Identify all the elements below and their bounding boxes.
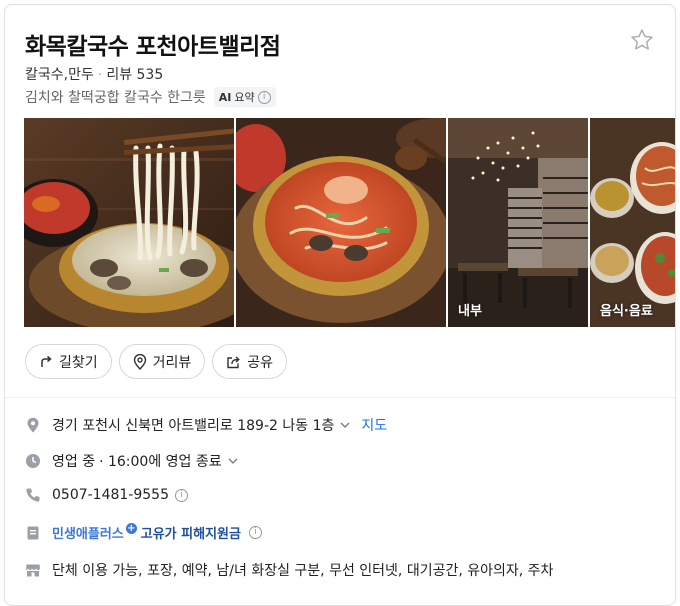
info-icon: i	[257, 90, 271, 104]
photo-4[interactable]: 음식·음료	[590, 118, 675, 327]
star-icon[interactable]	[629, 27, 655, 53]
promo-row: 민생애플러스 + 고유가 피해지원금 i	[25, 523, 262, 542]
noodle-soup-image	[24, 118, 234, 327]
hours-status: 영업 중	[52, 454, 96, 470]
chevron-down-icon[interactable]	[227, 455, 239, 467]
street-view-label: 거리뷰	[152, 354, 192, 371]
action-buttons: 길찾기 거리뷰 공유	[25, 344, 288, 379]
photo-3[interactable]: 내부	[448, 118, 588, 327]
facilities-row: 단체 이용 가능, 포장, 예약, 남/녀 화장실 구분, 무선 인터넷, 대기…	[25, 560, 553, 580]
info-icon[interactable]: i	[175, 488, 188, 502]
place-meta: 칼국수,만두 · 리뷰 535	[25, 64, 163, 84]
food-drink-image	[590, 118, 675, 327]
photo-label: 음식·음료	[600, 304, 653, 319]
spicy-noodle-soup-image	[236, 118, 446, 327]
hours-detail: · 16:00에 영업 종료	[99, 454, 222, 470]
location-pin-icon	[27, 417, 39, 433]
store-icon	[26, 564, 40, 577]
ai-summary-badge[interactable]: AI 요약 i	[213, 87, 276, 107]
share-button[interactable]: 공유	[212, 344, 288, 379]
photo-1[interactable]	[24, 118, 234, 327]
ai-label: AI	[218, 90, 232, 104]
promo-text[interactable]: 고유가 피해지원금	[141, 523, 241, 542]
phone-row: 0507-1481-9555 i	[25, 487, 188, 503]
place-card: 화목칼국수 포천아트밸리점 칼국수,만두 · 리뷰 535 김치와 찰떡궁합 칼국수…	[4, 4, 676, 606]
meta-separator: ·	[97, 67, 103, 83]
photo-label: 내부	[458, 304, 482, 319]
plus-badge: +	[125, 523, 137, 534]
share-label: 공유	[247, 354, 274, 371]
category-text: 칼국수,만두	[25, 67, 94, 83]
hours-row: 영업 중 · 16:00에 영업 종료	[25, 451, 239, 471]
summary-text: 김치와 찰떡궁합 칼국수 한그릇	[25, 90, 206, 106]
facilities-text: 단체 이용 가능, 포장, 예약, 남/녀 화장실 구분, 무선 인터넷, 대기…	[52, 563, 554, 579]
clock-icon	[26, 454, 40, 468]
location-pin-icon	[133, 353, 146, 370]
promo-brand[interactable]: 민생애플러스	[52, 523, 124, 542]
interior-image	[448, 118, 588, 327]
ai-badge-label: 요약	[234, 91, 255, 104]
place-title: 화목칼국수 포천아트밸리점	[25, 34, 281, 60]
ai-summary: 김치와 찰떡궁합 칼국수 한그릇 AI 요약 i	[25, 87, 276, 107]
info-icon[interactable]: i	[248, 526, 262, 539]
photo-2[interactable]	[236, 118, 446, 327]
phone-icon	[26, 488, 40, 502]
address-row: 경기 포천시 신북면 아트밸리로 189-2 나동 1층 지도	[25, 415, 387, 435]
directions-label: 길찾기	[59, 354, 98, 371]
street-view-button[interactable]: 거리뷰	[118, 344, 206, 379]
address-text: 경기 포천시 신북면 아트밸리로 189-2 나동 1층	[52, 418, 335, 434]
divider	[5, 397, 675, 398]
phone-number[interactable]: 0507-1481-9555	[52, 487, 169, 503]
document-icon	[27, 526, 39, 539]
review-count-link[interactable]: 리뷰 535	[106, 67, 163, 83]
share-icon	[227, 355, 241, 368]
chevron-down-icon[interactable]	[339, 419, 351, 431]
map-link[interactable]: 지도	[361, 415, 387, 435]
directions-icon	[41, 355, 52, 367]
directions-button[interactable]: 길찾기	[25, 344, 112, 379]
